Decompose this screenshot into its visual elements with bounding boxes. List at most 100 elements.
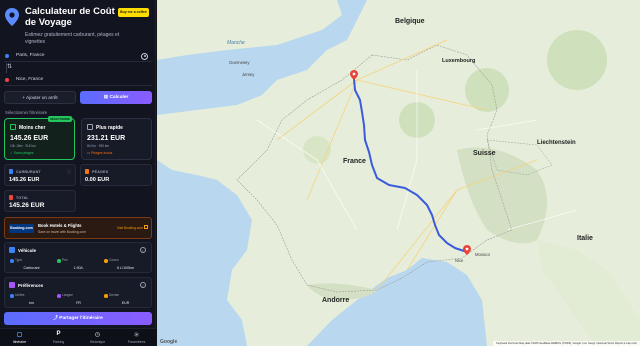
- nav-item-itinerary[interactable]: Itinéraire: [0, 331, 39, 346]
- nav-item-history[interactable]: Historique: [78, 331, 117, 346]
- nav-item-parking[interactable]: P Parking: [39, 331, 78, 346]
- map-label-guernsey: Guernesey: [229, 60, 250, 65]
- tolls-cost-box: PÉAGES 0.00 EUR: [80, 164, 152, 186]
- tolls-value: 0.00 EUR: [85, 177, 110, 183]
- nav-item-settings[interactable]: Paramètres: [117, 331, 156, 346]
- info-icon[interactable]: ⓘ: [67, 169, 71, 175]
- toll-icon: [85, 169, 89, 174]
- route-meta: 10h 18m · 916 km: [10, 144, 36, 148]
- selected-badge: SÉLECTIONNÉ: [48, 116, 72, 122]
- map-label-france: France: [343, 158, 366, 165]
- route-option-fastest[interactable]: Plus rapide 231.21 EUR 8h 0m · 930 km ▭ …: [81, 118, 152, 160]
- stat-label: Unités: [15, 293, 25, 297]
- pref-stat-currency: Devise EUR: [104, 293, 147, 310]
- globe-icon: [57, 294, 61, 298]
- stat-value: Carburant: [23, 266, 40, 270]
- origin-input[interactable]: Paris, France: [16, 53, 45, 58]
- add-stop-button[interactable]: + Ajouter un arrêt: [4, 91, 76, 104]
- stat-value: EUR: [121, 301, 130, 305]
- map-label-nice: Nice: [455, 258, 464, 263]
- stat-value: 6 L/100km: [117, 266, 134, 270]
- car-icon: [9, 247, 15, 253]
- destination-dot-icon: [5, 78, 9, 82]
- fuel-cost-box: CARBURANT ⓘ 145.26 EUR: [4, 164, 76, 186]
- fuel-icon: [9, 169, 13, 174]
- vehicle-stat-consumption: Conso 6 L/100km: [104, 258, 147, 275]
- route-name: Plus rapide: [96, 125, 123, 131]
- stat-label: Conso: [109, 258, 119, 262]
- action-buttons: + Ajouter un arrêt ▦ Calculer: [4, 91, 152, 104]
- destination-field[interactable]: Nice, France: [4, 74, 152, 86]
- map-label-liechtenstein: Liechtenstein: [537, 140, 576, 146]
- wallet-icon: [10, 124, 16, 130]
- stat-label: Prix: [62, 258, 68, 262]
- origin-field[interactable]: Paris, France: [4, 50, 152, 62]
- land-uk: [157, 0, 342, 60]
- map-label-luxembourg: Luxembourg: [442, 58, 476, 64]
- route-tag-text: Sans péages: [13, 151, 34, 155]
- nav-label: Itinéraire: [12, 340, 27, 344]
- history-icon: [95, 332, 100, 337]
- wallet-icon: [9, 195, 13, 200]
- info-icon[interactable]: i: [140, 282, 146, 288]
- route-name: Moins cher: [19, 125, 46, 131]
- map-label-switzerland: Suisse: [473, 150, 496, 157]
- stat-label: Langue: [62, 293, 74, 297]
- share-route-button[interactable]: ⤴ Partager l'itinéraire: [4, 312, 152, 325]
- booking-ad-banner[interactable]: Booking.com Book Hotels & Flights Save o…: [4, 217, 152, 239]
- total-label: TOTAL: [16, 196, 29, 200]
- booking-cta-link[interactable]: Visit Booking.com: [117, 226, 143, 230]
- route-tag: ✓ Sans péages: [10, 151, 34, 155]
- stat-value: km: [29, 301, 34, 305]
- location-pin-icon: [5, 8, 19, 26]
- brand-header: Calculateur de Coût de Voyage Estimez gr…: [5, 6, 151, 45]
- map-label-channel: Manche: [227, 40, 245, 46]
- map-label-andorra: Andorre: [322, 297, 350, 304]
- booking-logo: Booking.com: [9, 224, 34, 233]
- calculate-button[interactable]: ▦ Calculer: [80, 91, 152, 104]
- map-view[interactable]: Belgique France Suisse Andorre Italie Li…: [157, 0, 640, 346]
- gear-icon: [134, 332, 139, 337]
- route-icon: [17, 332, 22, 337]
- swap-row: ⇅: [4, 62, 152, 74]
- destination-input[interactable]: Nice, France: [16, 77, 43, 82]
- fuel-label: CARBURANT: [16, 170, 41, 174]
- vehicle-panel[interactable]: Véhicule i Type Carburant Prix 1.90/L Co…: [4, 242, 152, 273]
- locate-me-icon[interactable]: [141, 52, 148, 60]
- map-label-italy: Italie: [577, 235, 593, 242]
- origin-dot-icon: [5, 54, 9, 58]
- bottom-nav: Itinéraire P Parking Historique Paramètr…: [0, 328, 156, 346]
- app-title: Calculateur de Coût de Voyage: [25, 6, 115, 28]
- consumption-icon: [104, 259, 108, 263]
- vehicle-stat-price: Prix 1.90/L: [57, 258, 100, 275]
- nav-label: Historique: [89, 340, 106, 344]
- parking-icon: P: [56, 331, 61, 337]
- routes-section-label: Sélectionner l'itinéraire: [5, 110, 48, 115]
- info-icon[interactable]: i: [140, 247, 146, 253]
- map-label-belgium: Belgique: [395, 18, 425, 25]
- vehicle-stat-type: Type Carburant: [10, 258, 53, 275]
- destination-marker-icon[interactable]: [463, 245, 471, 255]
- origin-marker-icon[interactable]: [350, 70, 358, 80]
- total-cost-box: TOTAL 145.26 EUR: [4, 190, 76, 212]
- add-stop-label: Ajouter un arrêt: [26, 95, 58, 100]
- tolls-label: PÉAGES: [92, 170, 109, 174]
- map-attribution[interactable]: Keyboard shortcuts Map data ©2025 GeoBas…: [493, 341, 640, 346]
- preferences-title: Préférences: [18, 283, 44, 288]
- lightning-icon: [87, 124, 93, 130]
- stat-label: Type: [15, 258, 23, 262]
- pref-stat-language: Langue FR: [57, 293, 100, 310]
- stat-value: 1.90/L: [73, 266, 84, 270]
- ruler-icon: [10, 294, 14, 298]
- nav-label: Parking: [52, 340, 65, 344]
- route-price: 231.21 EUR: [87, 135, 126, 142]
- pref-stat-units: Unités km: [10, 293, 53, 310]
- swap-icon[interactable]: ⇅: [7, 63, 12, 70]
- calculate-label: Calculer: [109, 95, 129, 100]
- external-link-icon: [144, 225, 148, 229]
- route-option-cheapest[interactable]: SÉLECTIONNÉ Moins cher 145.26 EUR 10h 18…: [4, 116, 75, 160]
- buy-me-a-coffee-button[interactable]: Buy me a coffee: [118, 8, 149, 17]
- map-canvas: [157, 0, 640, 346]
- preferences-panel[interactable]: Préférences i Unités km Langue FR Devise…: [4, 277, 152, 308]
- fuel-type-icon: [10, 259, 14, 263]
